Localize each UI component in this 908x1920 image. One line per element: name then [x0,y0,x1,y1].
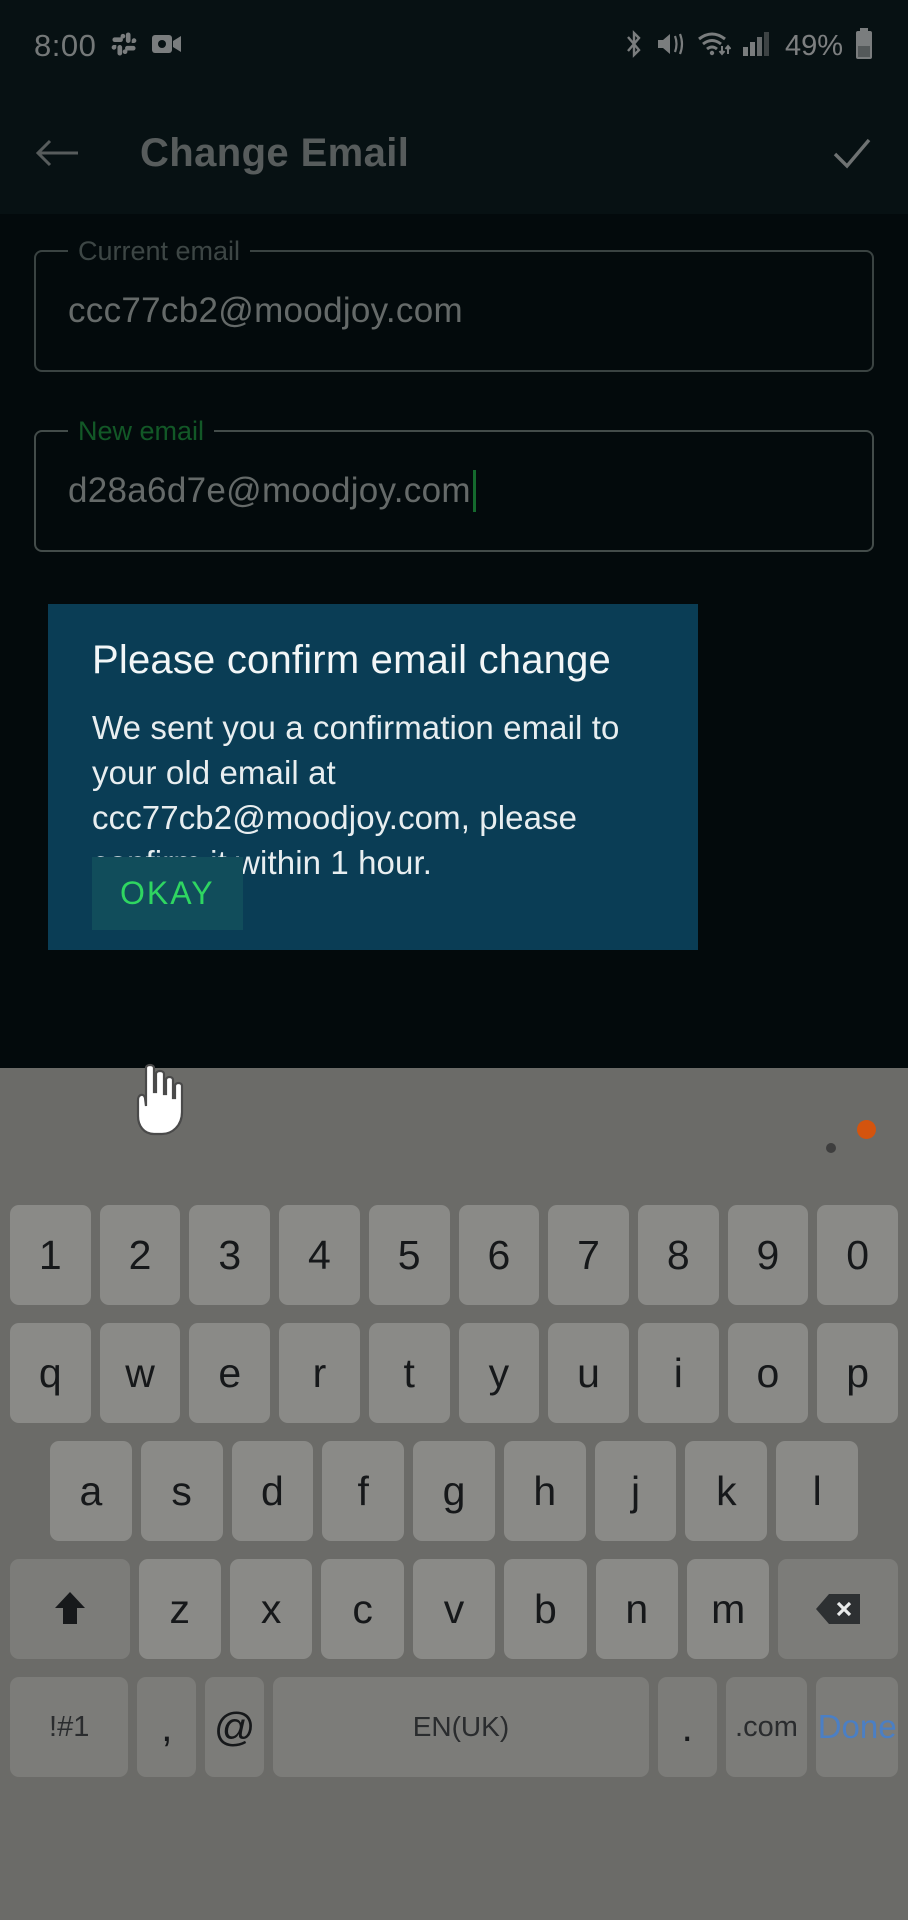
keyboard-row-top: qwertyuiop [4,1314,904,1432]
key-z[interactable]: z [138,1559,221,1659]
confirm-email-dialog: Please confirm email change We sent you … [48,604,698,950]
key-4[interactable]: 4 [279,1205,360,1305]
done-key[interactable]: Done [816,1677,898,1777]
key-1[interactable]: 1 [9,1205,91,1305]
key-5[interactable]: 5 [368,1205,450,1305]
key-w[interactable]: w [99,1323,181,1423]
key-a[interactable]: a [49,1441,132,1541]
key-c[interactable]: c [321,1559,404,1659]
key-e[interactable]: e [189,1323,271,1423]
key-p[interactable]: p [817,1323,899,1423]
phone-screen: 8:00 49% Change Email Current email ccc7… [0,0,908,1920]
key-t[interactable]: t [368,1323,450,1423]
key-d[interactable]: d [231,1441,314,1541]
key-3[interactable]: 3 [189,1205,271,1305]
key-x[interactable]: x [229,1559,313,1659]
dialog-actions: OKAY [92,857,243,930]
keyboard-suggestion-bar [0,1068,908,1190]
key-o[interactable]: o [727,1323,809,1423]
backspace-key[interactable] [778,1559,898,1659]
key-j[interactable]: j [594,1441,677,1541]
key-y[interactable]: y [458,1323,540,1423]
key-b[interactable]: b [504,1559,587,1659]
on-screen-keyboard: 1234567890 qwertyuiop asdfghjkl zxcvbnm [0,1190,908,1808]
key-n[interactable]: n [595,1559,679,1659]
dialog-title: Please confirm email change [92,638,611,682]
at-key[interactable]: @ [205,1677,265,1777]
period-key[interactable]: . [657,1677,717,1777]
keyboard-row-numbers: 1234567890 [4,1196,904,1314]
key-k[interactable]: k [685,1441,768,1541]
key-m[interactable]: m [687,1559,770,1659]
key-v[interactable]: v [412,1559,496,1659]
shift-key[interactable] [10,1559,130,1659]
space-key[interactable]: EN(UK) [273,1677,649,1777]
key-g[interactable]: g [413,1441,495,1541]
keyboard-row-home: asdfghjkl [4,1432,904,1550]
key-q[interactable]: q [9,1323,91,1423]
key-9[interactable]: 9 [727,1205,809,1305]
comma-key[interactable]: , [137,1677,197,1777]
key-0[interactable]: 0 [817,1205,899,1305]
dotcom-key[interactable]: .com [725,1677,808,1777]
key-u[interactable]: u [548,1323,629,1423]
key-6[interactable]: 6 [458,1205,540,1305]
symbols-key[interactable]: !#1 [10,1677,129,1777]
keyboard-row-bottom: zxcvbnm [4,1550,904,1668]
gray-dot-icon [826,1143,836,1153]
key-s[interactable]: s [140,1441,223,1541]
key-2[interactable]: 2 [99,1205,181,1305]
key-7[interactable]: 7 [548,1205,629,1305]
keyboard-row-function: !#1 , @ EN(UK) . .com Done [4,1668,904,1786]
key-h[interactable]: h [503,1441,586,1541]
dialog-okay-button[interactable]: OKAY [92,857,243,930]
key-l[interactable]: l [776,1441,859,1541]
key-8[interactable]: 8 [637,1205,719,1305]
key-r[interactable]: r [279,1323,360,1423]
key-f[interactable]: f [322,1441,405,1541]
keyboard-layer: 1234567890 qwertyuiop asdfghjkl zxcvbnm [0,1068,908,1920]
orange-dot-icon [857,1120,876,1139]
key-i[interactable]: i [637,1323,719,1423]
